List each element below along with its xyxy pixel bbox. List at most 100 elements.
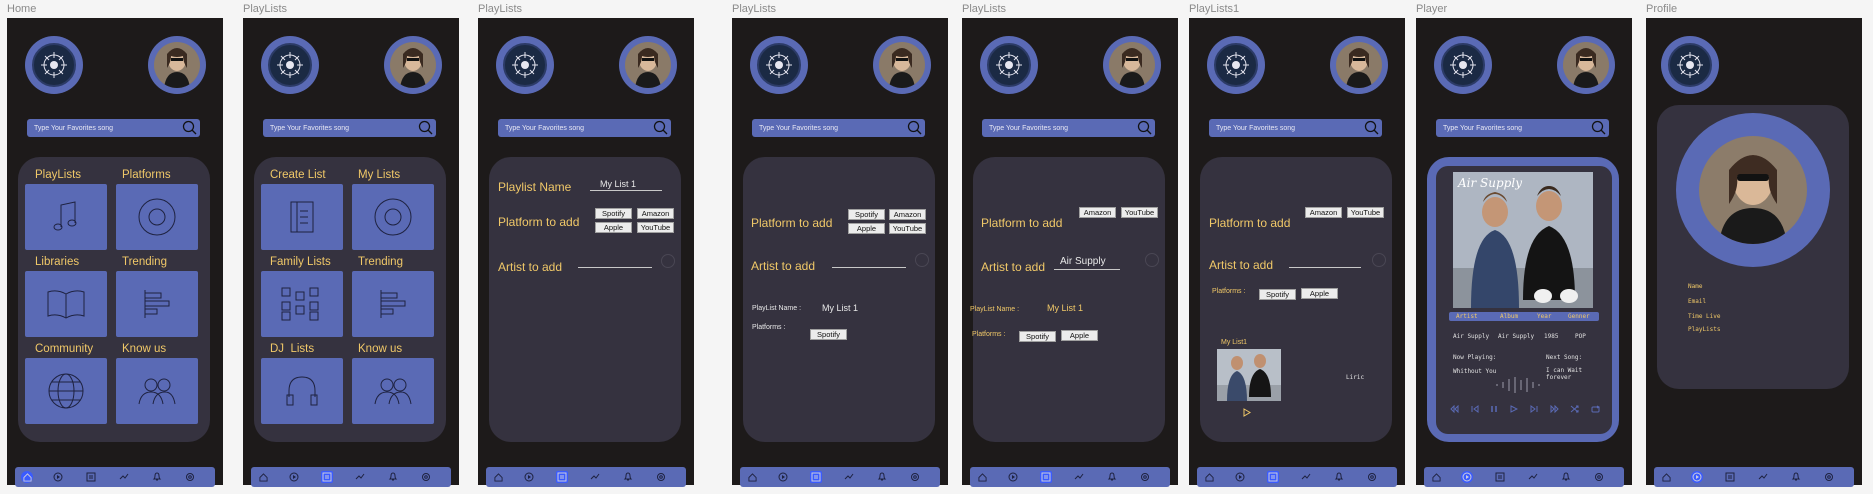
- platform-chip-spotify[interactable]: Spotify: [848, 209, 885, 220]
- platform-chip-amazon[interactable]: Amazon: [637, 208, 674, 219]
- tab-home-icon[interactable]: [1660, 471, 1672, 483]
- platform-chip-amazon[interactable]: Amazon: [889, 209, 926, 220]
- tab-settings-icon[interactable]: [420, 471, 432, 483]
- artist-underline[interactable]: [832, 267, 906, 268]
- app-logo[interactable]: [25, 36, 83, 94]
- tab-play-icon[interactable]: [1007, 471, 1019, 483]
- app-logo[interactable]: [1434, 36, 1492, 94]
- platform-chip-apple[interactable]: Apple: [848, 223, 885, 234]
- user-avatar[interactable]: [873, 36, 931, 94]
- search-bar[interactable]: Type Your Favorites song: [1209, 119, 1382, 137]
- pause-icon[interactable]: [1490, 405, 1498, 413]
- chosen-chip-spotify[interactable]: Spotify: [1019, 331, 1056, 342]
- tab-trending-icon[interactable]: [354, 471, 366, 483]
- tab-home-icon[interactable]: [257, 471, 269, 483]
- tab-settings-icon[interactable]: [1366, 471, 1378, 483]
- profile-field-email[interactable]: Email: [1688, 298, 1706, 305]
- chosen-chip-spotify[interactable]: Spotify: [1259, 289, 1296, 300]
- chosen-chip-spotify[interactable]: Spotify: [810, 329, 847, 340]
- search-icon[interactable]: [418, 120, 433, 135]
- platform-chip-youtube[interactable]: YouTube: [889, 223, 926, 234]
- play-icon[interactable]: [1243, 408, 1251, 417]
- search-bar[interactable]: Type Your Favorites song: [263, 119, 436, 137]
- artist-underline[interactable]: [1289, 267, 1361, 268]
- tab-trending-icon[interactable]: [589, 471, 601, 483]
- app-logo[interactable]: [1661, 36, 1719, 94]
- chosen-chip-apple[interactable]: Apple: [1301, 288, 1338, 299]
- tab-settings-icon[interactable]: [655, 471, 667, 483]
- tab-home-icon[interactable]: [21, 471, 33, 483]
- tab-play-icon[interactable]: [1461, 471, 1473, 483]
- search-bar[interactable]: Type Your Favorites song: [752, 119, 925, 137]
- platform-chip-youtube[interactable]: YouTube: [637, 222, 674, 233]
- album-thumbnail[interactable]: [1217, 349, 1281, 401]
- tile-playlists[interactable]: [25, 184, 107, 250]
- tab-trending-icon[interactable]: [843, 471, 855, 483]
- tab-list-icon[interactable]: [321, 471, 333, 483]
- my-list-title[interactable]: My List1: [1221, 339, 1247, 346]
- tab-settings-icon[interactable]: [909, 471, 921, 483]
- next-song-value[interactable]: I can Wait forever: [1546, 367, 1590, 381]
- tab-list-icon[interactable]: [810, 471, 822, 483]
- tab-trending-icon[interactable]: [1300, 471, 1312, 483]
- tab-home-icon[interactable]: [976, 471, 988, 483]
- profile-field-name[interactable]: Name: [1688, 283, 1702, 290]
- repeat-icon[interactable]: [1591, 405, 1600, 413]
- search-icon[interactable]: [1591, 120, 1606, 135]
- tab-bell-icon[interactable]: [1333, 471, 1345, 483]
- search-bar[interactable]: Type Your Favorites song: [498, 119, 671, 137]
- tab-trending-icon[interactable]: [1073, 471, 1085, 483]
- search-icon[interactable]: [1137, 120, 1152, 135]
- tab-bell-icon[interactable]: [876, 471, 888, 483]
- play-icon[interactable]: [1510, 405, 1519, 413]
- app-logo[interactable]: [750, 36, 808, 94]
- tab-bell-icon[interactable]: [387, 471, 399, 483]
- profile-field-playlists[interactable]: PlayLists: [1688, 326, 1721, 333]
- user-avatar[interactable]: [1557, 36, 1615, 94]
- tab-play-icon[interactable]: [523, 471, 535, 483]
- tab-settings-icon[interactable]: [1593, 471, 1605, 483]
- artist-value[interactable]: Air Supply: [1060, 256, 1106, 267]
- tab-bell-icon[interactable]: [1560, 471, 1572, 483]
- search-icon[interactable]: [182, 120, 197, 135]
- tile-my-lists[interactable]: [352, 184, 434, 250]
- next-icon[interactable]: [1530, 405, 1538, 413]
- tab-play-icon[interactable]: [1234, 471, 1246, 483]
- previous-icon[interactable]: [1471, 405, 1479, 413]
- app-logo[interactable]: [980, 36, 1038, 94]
- tile-platforms[interactable]: [116, 184, 198, 250]
- tile-know-us[interactable]: [116, 358, 198, 424]
- tab-list-icon[interactable]: [1724, 471, 1736, 483]
- search-bar[interactable]: Type Your Favorites song: [1436, 119, 1609, 137]
- user-avatar[interactable]: [384, 36, 442, 94]
- tab-list-icon[interactable]: [556, 471, 568, 483]
- liric-button[interactable]: Liric: [1346, 374, 1364, 381]
- chosen-chip-apple[interactable]: Apple: [1061, 330, 1098, 341]
- tile-trending[interactable]: [116, 271, 198, 337]
- user-avatar[interactable]: [1330, 36, 1388, 94]
- shuffle-icon[interactable]: [1570, 405, 1579, 413]
- tab-trending-icon[interactable]: [1527, 471, 1539, 483]
- tile-know-us[interactable]: [352, 358, 434, 424]
- user-avatar[interactable]: [619, 36, 677, 94]
- playlist-name-input[interactable]: My List 1: [600, 179, 636, 189]
- fast-forward-icon[interactable]: [1550, 405, 1559, 413]
- add-artist-button[interactable]: [1145, 253, 1159, 267]
- tab-list-icon[interactable]: [85, 471, 97, 483]
- tab-play-icon[interactable]: [52, 471, 64, 483]
- app-logo[interactable]: [496, 36, 554, 94]
- profile-photo-ring[interactable]: [1676, 113, 1830, 267]
- add-artist-button[interactable]: [915, 253, 929, 267]
- platform-chip-amazon[interactable]: Amazon: [1305, 207, 1342, 218]
- tile-create-list[interactable]: [261, 184, 343, 250]
- tab-play-icon[interactable]: [777, 471, 789, 483]
- tab-list-icon[interactable]: [1267, 471, 1279, 483]
- search-icon[interactable]: [653, 120, 668, 135]
- tab-settings-icon[interactable]: [1139, 471, 1151, 483]
- tab-play-icon[interactable]: [288, 471, 300, 483]
- artist-underline[interactable]: [578, 267, 652, 268]
- tab-home-icon[interactable]: [1203, 471, 1215, 483]
- tab-list-icon[interactable]: [1494, 471, 1506, 483]
- search-icon[interactable]: [1364, 120, 1379, 135]
- tile-dj-lists[interactable]: [261, 358, 343, 424]
